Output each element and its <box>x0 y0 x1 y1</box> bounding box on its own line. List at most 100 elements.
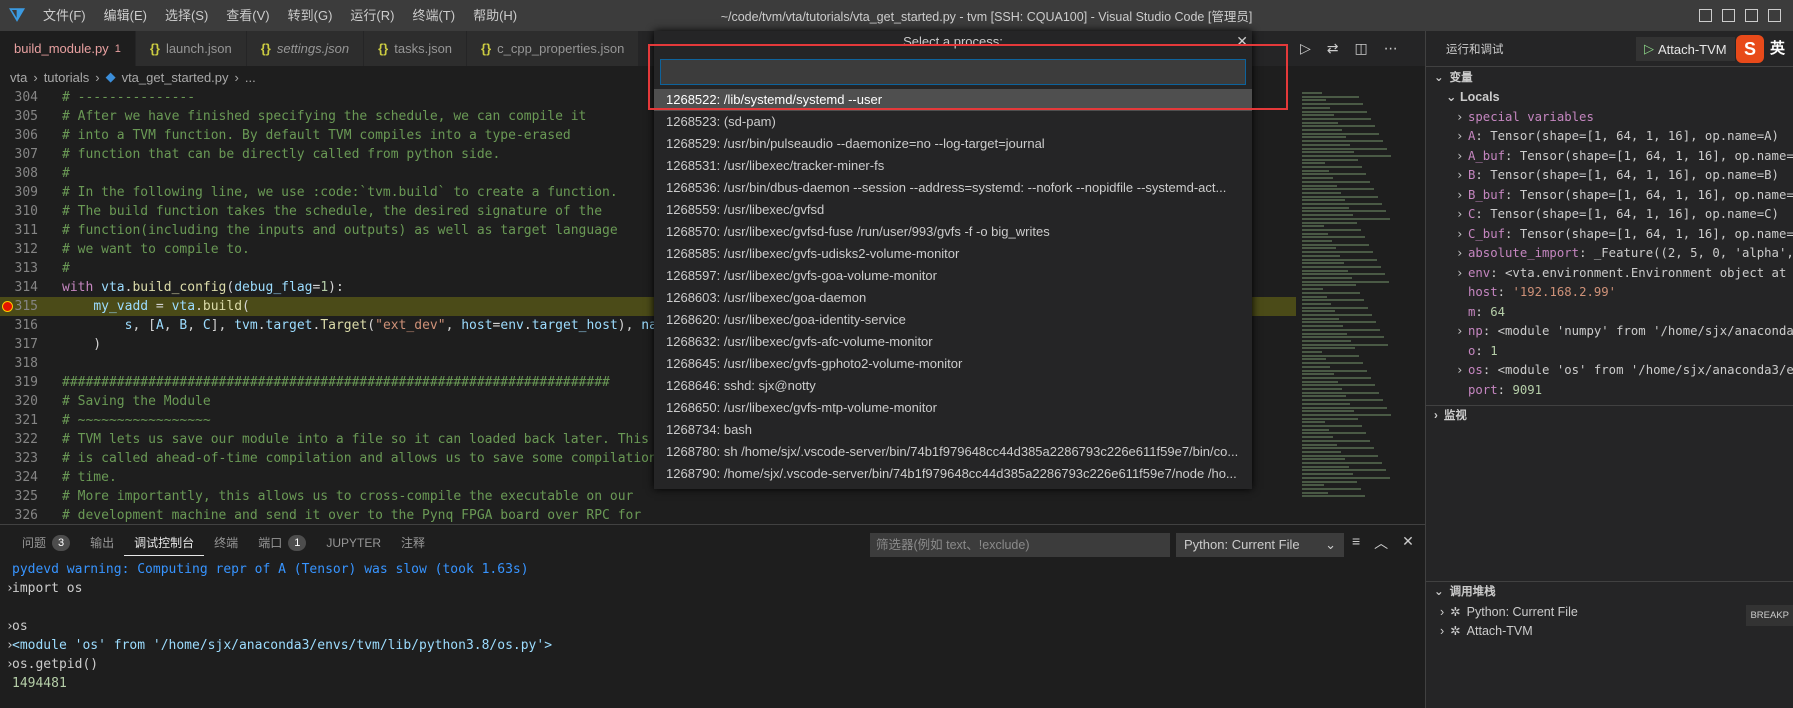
editor-tab[interactable]: {} settings.json <box>246 31 365 66</box>
compare-icon[interactable]: ⇄ <box>1327 40 1339 57</box>
callstack-section-header[interactable]: ⌄ 调用堆栈 <box>1426 580 1793 603</box>
variable-item[interactable]: › absolute_import: _Feature((2, 5, 0, 'al… <box>1426 244 1793 264</box>
menu-item[interactable]: 转到(G) <box>279 0 342 31</box>
process-item[interactable]: 1268620: /usr/libexec/goa-identity-servi… <box>654 309 1252 331</box>
variable-item[interactable]: o: 1 <box>1426 342 1793 362</box>
minimap-line <box>1302 480 1357 483</box>
code-line[interactable]: 325 # More importantly, this allows us to… <box>0 487 1300 506</box>
minimap-line <box>1302 410 1354 413</box>
minimap-line <box>1302 280 1389 283</box>
minimap-line <box>1302 228 1361 231</box>
console-filter-input[interactable]: 筛选器(例如 text、!exclude) <box>870 533 1170 557</box>
process-item[interactable]: 1268780: sh /home/sjx/.vscode-server/bin… <box>654 441 1252 463</box>
variable-item[interactable]: › C_buf: Tensor(shape=[1, 64, 1, 16], op.… <box>1426 225 1793 245</box>
process-item[interactable]: 1268603: /usr/libexec/goa-daemon <box>654 287 1252 309</box>
menu-item[interactable]: 运行(R) <box>341 0 403 31</box>
variable-item[interactable]: › os: <module 'os' from '/home/sjx/anacon… <box>1426 361 1793 381</box>
minimap-line <box>1302 269 1348 272</box>
process-item[interactable]: 1268570: /usr/libexec/gvfsd-fuse /run/us… <box>654 221 1252 243</box>
start-debug-button[interactable]: ▷ Attach-TVM <box>1636 37 1735 61</box>
toggle-sidebar-icon[interactable] <box>1699 9 1712 22</box>
process-item[interactable]: 1268531: /usr/libexec/tracker-miner-fs <box>654 155 1252 177</box>
panel-tab[interactable]: 终端 <box>204 534 248 551</box>
process-item[interactable]: 1268529: /usr/bin/pulseaudio --daemonize… <box>654 133 1252 155</box>
line-number: 313 <box>14 261 38 276</box>
variable-name: env <box>1468 265 1491 280</box>
variable-item[interactable]: › A_buf: Tensor(shape=[1, 64, 1, 16], op.… <box>1426 147 1793 167</box>
customize-layout-icon[interactable] <box>1768 9 1781 22</box>
panel-tab[interactable]: 端口 1 <box>248 534 316 551</box>
picker-title: Select a process: <box>903 34 1003 49</box>
minimap-line <box>1302 428 1329 431</box>
variable-item[interactable]: › B_buf: Tensor(shape=[1, 64, 1, 16], op.… <box>1426 186 1793 206</box>
variable-item[interactable]: › np: <module 'numpy' from '/home/sjx/ana… <box>1426 322 1793 342</box>
line-number: 308 <box>14 166 38 181</box>
editor-tab[interactable]: {} launch.json <box>135 31 247 66</box>
expand-result-icon[interactable]: › <box>6 636 14 655</box>
toggle-secondary-sidebar-icon[interactable] <box>1745 9 1758 22</box>
panel-tab[interactable]: 输出 <box>80 534 124 551</box>
callstack-session[interactable]: › ✲ Attach-TVM <box>1426 622 1793 642</box>
process-item[interactable]: 1268632: /usr/libexec/gvfs-afc-volume-mo… <box>654 331 1252 353</box>
process-item[interactable]: 1268536: /usr/bin/dbus-daemon --session … <box>654 177 1252 199</box>
debug-session-select[interactable]: Python: Current File ⌄ <box>1176 533 1344 557</box>
panel-tab[interactable]: JUPYTER <box>316 536 391 550</box>
menu-item[interactable]: 查看(V) <box>217 0 278 31</box>
menu-item[interactable]: 终端(T) <box>403 0 464 31</box>
process-item[interactable]: 1268646: sshd: sjx@notty <box>654 375 1252 397</box>
minimap-line <box>1302 458 1345 461</box>
process-item[interactable]: 1268597: /usr/libexec/gvfs-goa-volume-mo… <box>654 265 1252 287</box>
run-icon[interactable]: ▷ <box>1300 40 1311 57</box>
editor-tab[interactable]: build_module.py 1 <box>0 31 136 66</box>
locals-scope[interactable]: ⌄ Locals <box>1426 88 1793 108</box>
process-item[interactable]: 1268522: /lib/systemd/systemd --user <box>654 89 1252 111</box>
process-item[interactable]: 1268790: /home/sjx/.vscode-server/bin/74… <box>654 463 1252 485</box>
watch-section-header[interactable]: › 监视 <box>1426 404 1793 427</box>
editor-tab[interactable]: {} tasks.json <box>364 31 468 66</box>
process-item[interactable]: 1268734: bash <box>654 419 1252 441</box>
minimap[interactable] <box>1296 88 1426 524</box>
variable-item[interactable]: port: 9091 <box>1426 381 1793 401</box>
variable-item[interactable]: › C: Tensor(shape=[1, 64, 1, 16], op.name… <box>1426 205 1793 225</box>
breadcrumb-item[interactable]: ... <box>245 70 256 85</box>
variable-item[interactable]: › B: Tensor(shape=[1, 64, 1, 16], op.name… <box>1426 166 1793 186</box>
process-item[interactable]: 1268650: /usr/libexec/gvfs-mtp-volume-mo… <box>654 397 1252 419</box>
menu-item[interactable]: 选择(S) <box>156 0 217 31</box>
split-editor-icon[interactable]: ◫ <box>1355 40 1368 57</box>
process-item[interactable]: 1268559: /usr/libexec/gvfsd <box>654 199 1252 221</box>
close-icon[interactable]: ✕ <box>1236 33 1248 50</box>
minimap-line <box>1302 273 1385 276</box>
clear-console-icon[interactable]: ≡ <box>1352 533 1360 553</box>
variable-item[interactable]: › A: Tensor(shape=[1, 64, 1, 16], op.name… <box>1426 127 1793 147</box>
menu-item[interactable]: 帮助(H) <box>464 0 526 31</box>
breakpoint-icon[interactable] <box>2 301 13 312</box>
variable-item[interactable]: › env: <vta.environment.Environment objec… <box>1426 264 1793 284</box>
process-search-input[interactable] <box>660 59 1246 85</box>
variable-item[interactable]: m: 64 <box>1426 303 1793 323</box>
process-item[interactable]: 1268523: (sd-pam) <box>654 111 1252 133</box>
toggle-panel-icon[interactable] <box>1722 9 1735 22</box>
code-line[interactable]: 326 # development machine and send it ove… <box>0 506 1300 525</box>
callstack-session[interactable]: › ✲ Python: Current File BREAKP <box>1426 603 1793 626</box>
variables-section-header[interactable]: ⌄ 变量 <box>1426 66 1793 88</box>
close-panel-icon[interactable]: ✕ <box>1402 533 1414 553</box>
breadcrumb-item[interactable]: vta_get_started.py <box>122 70 229 85</box>
debug-console[interactable]: pydevd warning: Computing repr of A (Ten… <box>0 560 1425 693</box>
breadcrumb-item[interactable]: tutorials <box>44 70 90 85</box>
more-actions-icon[interactable]: ⋯ <box>1384 40 1398 57</box>
minimap-line <box>1302 184 1337 187</box>
ime-mode-label: 英 <box>1770 40 1786 57</box>
editor-tab[interactable]: {} c_cpp_properties.json <box>467 31 640 66</box>
minimap-line <box>1302 117 1371 120</box>
process-item[interactable]: 1268585: /usr/libexec/gvfs-udisks2-volum… <box>654 243 1252 265</box>
menu-item[interactable]: 编辑(E) <box>95 0 156 31</box>
panel-tab[interactable]: 问题 3 <box>12 534 80 551</box>
menu-item[interactable]: 文件(F) <box>34 0 95 31</box>
maximize-panel-icon[interactable]: ︿ <box>1374 533 1388 553</box>
process-item[interactable]: 1268645: /usr/libexec/gvfs-gphoto2-volum… <box>654 353 1252 375</box>
breadcrumb-item[interactable]: vta <box>10 70 27 85</box>
variable-item[interactable]: host: '192.168.2.99' <box>1426 283 1793 303</box>
variable-item[interactable]: › special variables <box>1426 108 1793 128</box>
panel-tab[interactable]: 调试控制台 <box>124 530 205 556</box>
panel-tab[interactable]: 注释 <box>391 534 435 551</box>
